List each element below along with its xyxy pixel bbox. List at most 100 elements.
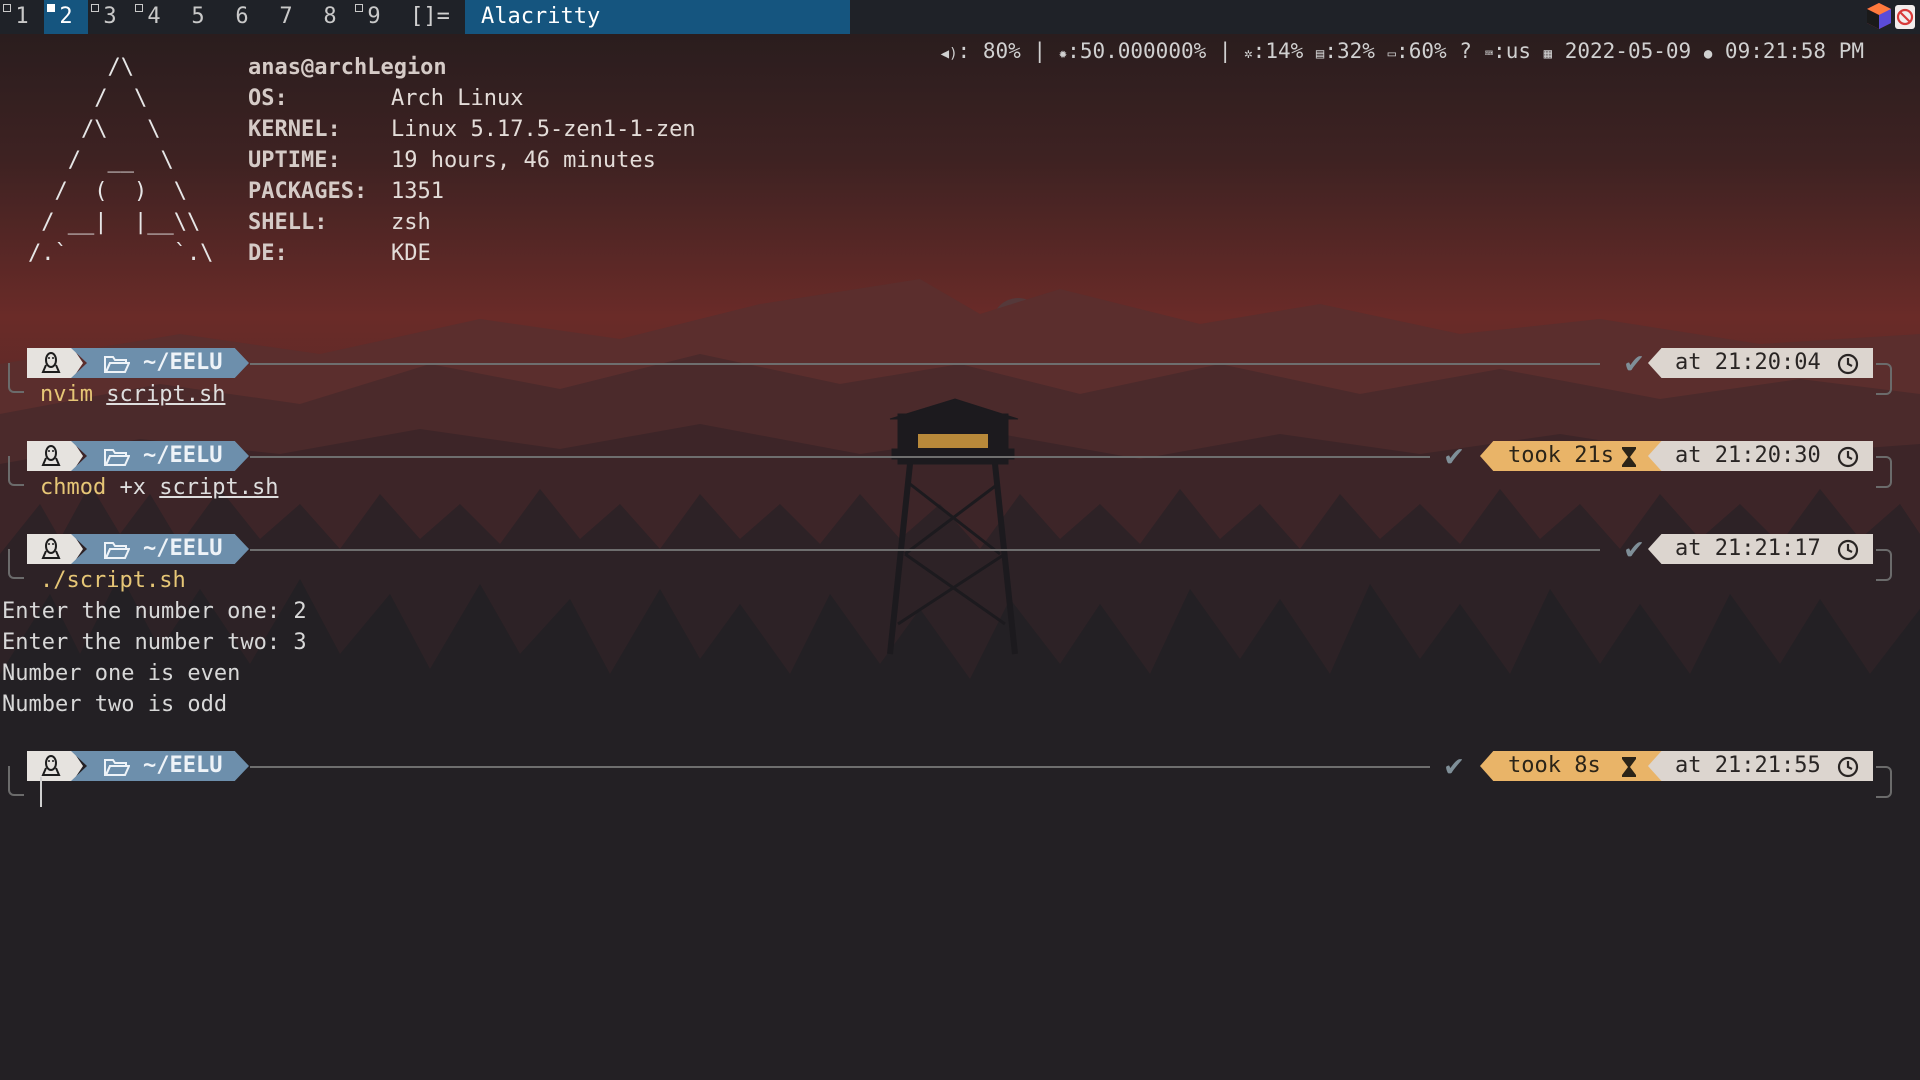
hourglass-icon — [1622, 757, 1636, 777]
ascii-line: /\ \ — [28, 117, 161, 142]
prompt-frame-right — [1876, 456, 1892, 488]
duration-segment: took 21s — [1480, 441, 1670, 471]
command-line: chmod +x script.sh — [40, 472, 278, 503]
prompt-frame-right — [1876, 549, 1892, 581]
workspace-label: 1 — [15, 4, 29, 29]
workspace-occupied-indicator — [47, 4, 55, 12]
ascii-line: / \ — [28, 86, 148, 111]
prompt-frame-left — [8, 363, 24, 393]
workspace-4[interactable]: 4 — [132, 0, 176, 34]
workspace-label: 5 — [191, 4, 205, 29]
command-file-argument: script.sh — [159, 475, 279, 500]
separator: | — [1218, 39, 1232, 63]
window-title: Alacritty — [465, 0, 850, 34]
volume-icon: ◀) — [940, 46, 958, 62]
workspace-label: 4 — [147, 4, 161, 29]
workspace-occupied-indicator — [3, 4, 11, 12]
fetch-label: DE: — [248, 241, 288, 266]
date-value: 2022-05-09 — [1564, 39, 1692, 63]
clock-icon — [1837, 353, 1859, 375]
workspace-label: 9 — [367, 4, 381, 29]
workspace-list: 1 2 3 4 5 6 7 8 9 — [0, 0, 396, 34]
workspace-5[interactable]: 5 — [176, 0, 220, 34]
check-icon: ✔ — [1445, 748, 1464, 783]
timestamp-text: at 21:20:30 — [1675, 443, 1821, 468]
timestamp-text: at 21:21:55 — [1675, 753, 1821, 778]
workspace-label: 6 — [235, 4, 249, 29]
fetch-value: 19 hours, 46 minutes — [391, 148, 656, 173]
fetch-label: PACKAGES: — [248, 179, 368, 204]
prompt-separator-line — [250, 766, 1430, 768]
check-icon: ✔ — [1445, 438, 1464, 473]
keyboard-layout[interactable]: us — [1506, 39, 1531, 63]
os-segment — [27, 751, 83, 781]
cpu-value: 14% — [1265, 39, 1304, 63]
ascii-line: / ( ) \ — [28, 179, 187, 204]
workspace-occupied-indicator — [355, 4, 363, 12]
check-icon: ✔ — [1625, 345, 1644, 380]
directory-segment: ~/EELU — [71, 348, 249, 378]
keyboard-icon: ⌨ — [1484, 46, 1494, 62]
output-line: Number two is odd — [2, 692, 228, 717]
system-status: ◀): 80% | ✹:50.000000% | ✲:14% ▤:32% ▭:6… — [940, 39, 1864, 63]
prompt-frame-right — [1876, 363, 1892, 395]
workspace-1[interactable]: 1 — [0, 0, 44, 34]
directory-segment: ~/EELU — [71, 751, 249, 781]
ascii-line: / __| |__\\ — [28, 210, 201, 235]
workspace-label: 7 — [279, 4, 293, 29]
prompt-line: ~/EELU ✔ took 21s at 21:20:30 — [0, 438, 1920, 488]
text-cursor[interactable] — [40, 777, 42, 807]
linux-penguin-icon — [41, 352, 61, 373]
calendar-icon: ▦ — [1543, 46, 1553, 62]
terminal-window[interactable]: /\ / \ /\ \ / __ \ / ( ) \ / __| |__\\ /.… — [0, 34, 1920, 1080]
hourglass-icon — [1622, 447, 1636, 467]
prompt-frame-left — [8, 456, 24, 486]
command-file-argument: script.sh — [106, 382, 226, 407]
directory-path: ~/EELU — [143, 350, 223, 375]
clock-icon: ● — [1703, 46, 1713, 62]
output-line: Enter the number two: 3 — [2, 630, 307, 655]
output-line: Enter the number one: 2 — [2, 599, 307, 624]
command-line: nvim script.sh — [40, 379, 225, 410]
prompt-separator-line — [250, 456, 1430, 458]
workspace-label: 3 — [103, 4, 117, 29]
workspace-label: 2 — [59, 4, 73, 29]
battery-extra: ? — [1459, 39, 1472, 63]
workspace-8[interactable]: 8 — [308, 0, 352, 34]
workspace-9[interactable]: 9 — [352, 0, 396, 34]
layout-indicator[interactable]: []= — [402, 0, 458, 34]
timestamp-segment: at 21:20:30 — [1648, 441, 1873, 471]
linux-penguin-icon — [41, 755, 61, 776]
check-icon: ✔ — [1625, 531, 1644, 566]
volume-value[interactable]: 80% — [983, 39, 1021, 63]
prompt-line: ~/EELU ✔ at 21:20:04 — [0, 345, 1920, 395]
app-tray-icon[interactable] — [1866, 2, 1892, 30]
workspace-7[interactable]: 7 — [264, 0, 308, 34]
workspace-6[interactable]: 6 — [220, 0, 264, 34]
fetch-value: KDE — [391, 241, 431, 266]
timestamp-text: at 21:20:04 — [1675, 350, 1821, 375]
directory-path: ~/EELU — [143, 536, 223, 561]
prompt-frame-right — [1876, 766, 1892, 798]
workspace-label: 8 — [323, 4, 337, 29]
folder-open-icon — [104, 449, 130, 466]
linux-penguin-icon — [41, 445, 61, 466]
fetch-label: SHELL: — [248, 210, 328, 235]
workspace-2[interactable]: 2 — [44, 0, 88, 34]
brightness-value[interactable]: 50.000000% — [1080, 39, 1206, 63]
prompt-line: ~/EELU ✔ at 21:21:17 — [0, 531, 1920, 581]
blocked-tray-icon[interactable] — [1894, 4, 1916, 30]
output-line: Number one is even — [2, 661, 241, 686]
folder-open-icon — [104, 356, 130, 373]
ram-value: 32% — [1337, 39, 1375, 63]
timestamp-segment: at 21:21:17 — [1648, 534, 1873, 564]
workspace-occupied-indicator — [91, 4, 99, 12]
folder-open-icon — [104, 759, 130, 776]
directory-path: ~/EELU — [143, 443, 223, 468]
command-line: ./script.sh — [40, 565, 186, 596]
prompt-separator-line — [250, 363, 1600, 365]
workspace-3[interactable]: 3 — [88, 0, 132, 34]
prompt-frame-left — [8, 549, 24, 579]
duration-text: took 8s — [1508, 753, 1601, 778]
directory-segment: ~/EELU — [71, 441, 249, 471]
